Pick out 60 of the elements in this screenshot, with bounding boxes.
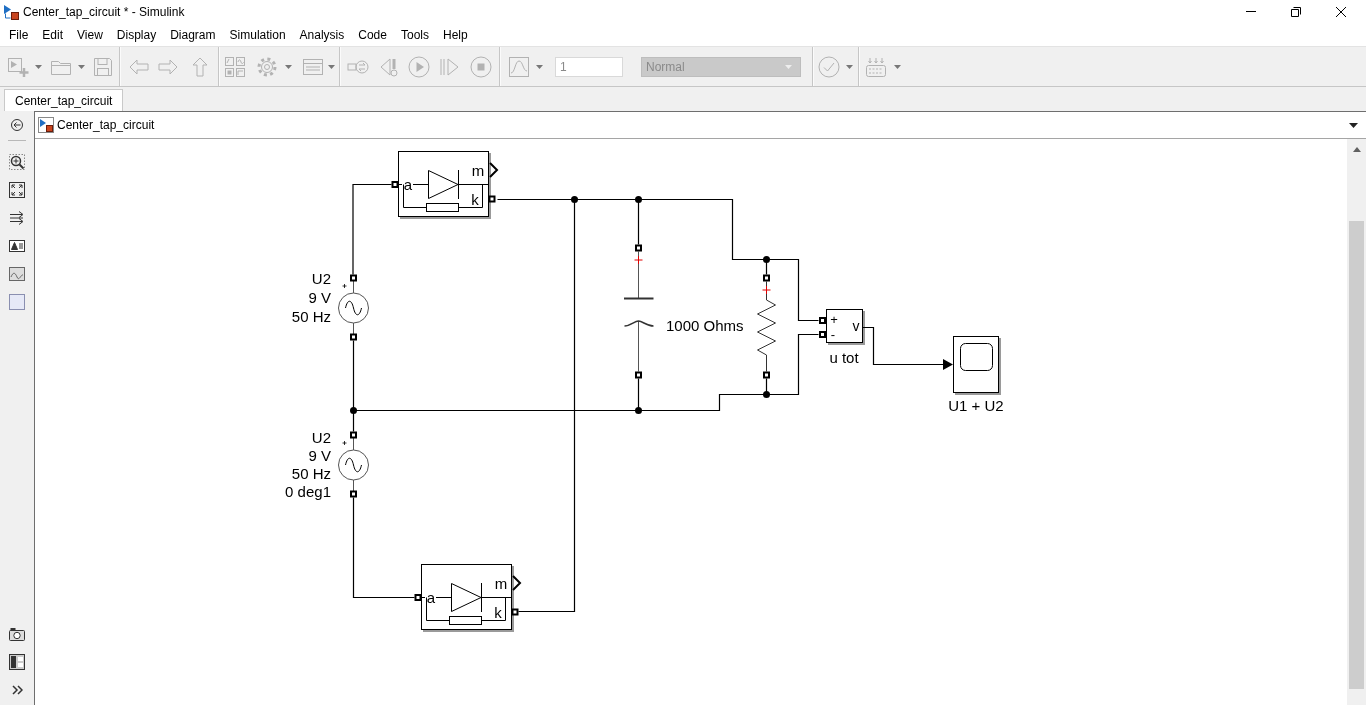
junction-dot	[635, 196, 642, 203]
window-title: Center_tap_circuit * - Simulink	[23, 3, 185, 20]
menu-item[interactable]: Code	[351, 25, 394, 44]
close-icon[interactable]	[1336, 6, 1346, 17]
ac-voltage-source-symbol	[338, 274, 369, 341]
menu-item[interactable]: Analysis	[292, 25, 352, 44]
port-label: k	[471, 191, 479, 208]
scope-block	[953, 336, 1001, 395]
menu-item[interactable]: Diagram	[163, 25, 223, 44]
zoom-in-icon[interactable]	[9, 154, 25, 170]
scroll-up-arrow-icon[interactable]	[1352, 147, 1361, 152]
model-tab[interactable]: Center_tap_circuit	[4, 89, 124, 111]
ac-voltage-source-symbol	[338, 431, 369, 498]
fit-view-icon[interactable]	[9, 182, 25, 198]
area-icon[interactable]	[9, 294, 25, 310]
block-label: u tot	[829, 349, 859, 366]
source-label: 50 Hz	[291, 465, 331, 482]
menu-item[interactable]: File	[2, 25, 36, 44]
model-icon	[3, 3, 19, 20]
junction-dot	[635, 407, 642, 414]
menu-item[interactable]: Edit	[35, 25, 71, 44]
source-label: 0 deg1	[285, 483, 331, 500]
menu-item[interactable]: Help	[435, 25, 475, 44]
resistor-label: 1000 Ohms	[666, 317, 744, 334]
source-label: U2	[311, 270, 331, 287]
port-label: k	[494, 604, 502, 621]
junction-dot	[571, 196, 578, 203]
port-label: v	[852, 318, 860, 334]
restore-icon[interactable]	[1291, 6, 1301, 17]
annotation-icon[interactable]	[9, 238, 25, 254]
port-label: a	[426, 589, 436, 606]
breadcrumb-link[interactable]: Center_tap_circuit	[57, 116, 155, 134]
model-icon	[38, 117, 54, 133]
source-label: 50 Hz	[291, 308, 331, 325]
port-label: m	[471, 162, 485, 179]
image-icon[interactable]	[9, 266, 25, 282]
caret-icon[interactable]	[1349, 122, 1358, 128]
arrows-icon[interactable]	[9, 210, 25, 226]
junction-dot	[350, 407, 357, 414]
junction-dot	[763, 391, 770, 398]
camera-icon[interactable]	[9, 626, 25, 642]
menu-item[interactable]: Tools	[393, 25, 436, 44]
port-label: a	[403, 176, 413, 193]
panel-icon[interactable]	[9, 654, 25, 670]
source-label: U2	[311, 429, 331, 446]
scrollbar-thumb[interactable]	[1349, 221, 1364, 689]
menu-item[interactable]: Simulation	[222, 25, 293, 44]
port-label: +	[830, 312, 838, 327]
double-chevron-icon[interactable]	[11, 685, 23, 695]
port-label: m	[494, 575, 508, 592]
caret-icon	[785, 64, 792, 69]
source-label: 9 V	[308, 447, 331, 464]
junction-dot	[763, 256, 770, 263]
source-label: 9 V	[308, 289, 331, 306]
block-label: U1 + U2	[948, 397, 1004, 414]
circle-left-arrow-icon[interactable]	[11, 119, 23, 131]
port-label: -	[830, 327, 836, 342]
menu-item[interactable]: Display	[109, 25, 164, 44]
voltage-sensor-block	[819, 309, 865, 345]
menu-item[interactable]: View	[70, 25, 110, 44]
